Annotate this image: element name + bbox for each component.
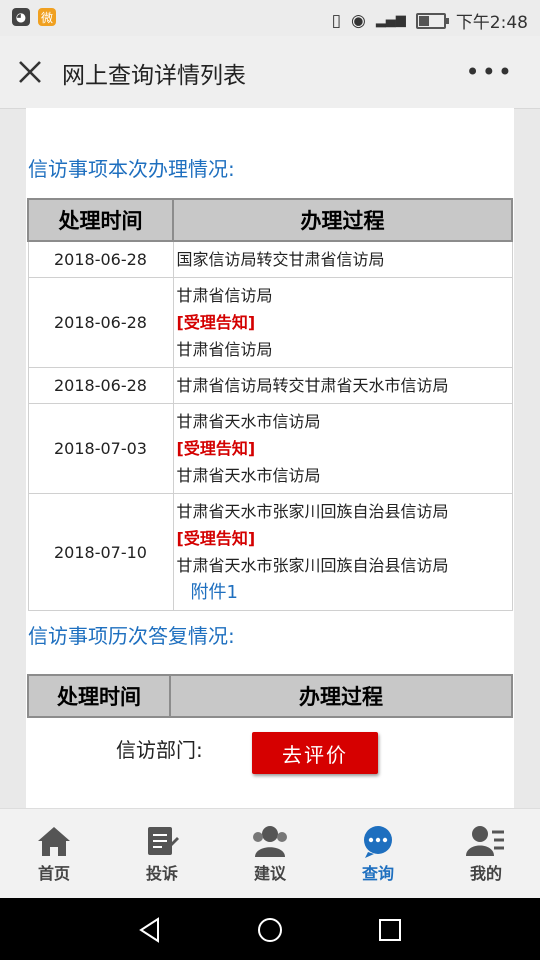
row-date: 2018-06-28 <box>27 367 174 404</box>
row-process: 甘肃省信访局 [受理告知] 甘肃省信访局 <box>172 277 513 368</box>
current-handling-table: 处理时间 办理过程 2018-06-28 国家信访局转交甘肃省信访局 2018-… <box>27 198 513 611</box>
eye-icon: ◉ <box>350 10 366 31</box>
header-process: 办理过程 <box>169 674 513 718</box>
status-bar: ◕ 微 ▯ ◉ ▂▄▆ 下午2:48 <box>0 0 540 36</box>
tab-suggestion[interactable]: 建议 <box>216 809 324 899</box>
table-row: 2018-07-10 甘肃省天水市张家川回族自治县信访局 [受理告知] 甘肃省天… <box>27 493 513 611</box>
content-area: 信访事项本次办理情况: 处理时间 办理过程 2018-06-28 国家信访局转交… <box>26 108 514 808</box>
process-line: 甘肃省天水市信访局 <box>176 412 321 431</box>
tab-bar: 首页 投诉 建议 查询 我的 <box>0 808 540 899</box>
status-time: 下午2:48 <box>455 13 528 33</box>
vibrate-icon: ▯ <box>331 10 341 31</box>
row-date: 2018-07-10 <box>27 493 174 611</box>
table-row: 2018-06-28 国家信访局转交甘肃省信访局 <box>27 240 513 278</box>
process-line: 国家信访局转交甘肃省信访局 <box>176 250 385 269</box>
row-process: 甘肃省信访局转交甘肃省天水市信访局 <box>172 367 513 404</box>
complaint-icon <box>148 827 179 855</box>
tab-home[interactable]: 首页 <box>0 809 108 899</box>
section-title-history: 信访事项历次答复情况: <box>28 624 235 648</box>
back-icon <box>139 917 159 943</box>
row-process: 甘肃省天水市信访局 [受理告知] 甘肃省天水市信访局 <box>172 403 513 494</box>
tab-label: 首页 <box>37 864 70 883</box>
process-line: 甘肃省信访局 <box>176 340 273 359</box>
tab-label: 我的 <box>469 864 502 883</box>
header-time: 处理时间 <box>27 674 171 718</box>
tab-complaint[interactable]: 投诉 <box>108 809 216 899</box>
row-date: 2018-06-28 <box>27 277 174 368</box>
profile-icon <box>466 826 504 856</box>
back-button[interactable] <box>136 916 164 948</box>
status-tag: [受理告知] <box>176 529 256 548</box>
table-header-row: 处理时间 办理过程 <box>27 198 513 242</box>
section-title-current: 信访事项本次办理情况: <box>28 157 235 181</box>
row-process: 国家信访局转交甘肃省信访局 <box>172 240 513 278</box>
page-title: 网上查询详情列表 <box>62 63 246 89</box>
tab-label: 查询 <box>361 864 394 883</box>
cat-icon: ◕ <box>12 8 30 26</box>
row-date: 2018-07-03 <box>27 403 174 494</box>
title-bar: 网上查询详情列表 ••• <box>0 36 540 109</box>
process-line: 甘肃省信访局转交甘肃省天水市信访局 <box>176 376 449 395</box>
process-line: 甘肃省天水市张家川回族自治县信访局 <box>176 502 449 521</box>
close-button[interactable] <box>14 56 46 88</box>
table-header-row: 处理时间 办理过程 <box>27 674 513 718</box>
history-table: 处理时间 办理过程 <box>27 674 513 718</box>
recents-button[interactable] <box>376 916 404 948</box>
process-line: 甘肃省信访局 <box>176 286 273 305</box>
header-process: 办理过程 <box>172 198 513 242</box>
weibo-icon: 微 <box>38 8 56 26</box>
rate-button[interactable]: 去评价 <box>252 732 378 774</box>
table-row: 2018-06-28 甘肃省信访局转交甘肃省天水市信访局 <box>27 367 513 404</box>
attachment-link[interactable]: 附件1 <box>191 579 509 606</box>
home-icon <box>38 827 70 856</box>
tab-query[interactable]: 查询 <box>324 809 432 899</box>
home-circle-icon <box>258 918 282 942</box>
home-nav-button[interactable] <box>256 916 284 948</box>
more-options-button[interactable]: ••• <box>466 58 514 86</box>
row-date: 2018-06-28 <box>27 240 174 278</box>
status-tag: [受理告知] <box>176 439 256 458</box>
suggestion-icon <box>253 826 287 857</box>
tab-label: 建议 <box>253 864 286 883</box>
table-row: 2018-06-28 甘肃省信访局 [受理告知] 甘肃省信访局 <box>27 277 513 368</box>
battery-icon <box>415 12 449 29</box>
row-process: 甘肃省天水市张家川回族自治县信访局 [受理告知] 甘肃省天水市张家川回族自治县信… <box>172 493 513 611</box>
system-nav-bar <box>0 898 540 960</box>
dept-label: 信访部门: <box>116 738 203 762</box>
tab-profile[interactable]: 我的 <box>432 809 540 899</box>
query-icon <box>364 826 392 858</box>
tab-label: 投诉 <box>145 864 178 883</box>
recents-icon <box>379 919 401 941</box>
signal-icon: ▂▄▆ <box>375 13 406 28</box>
process-line: 甘肃省天水市张家川回族自治县信访局 <box>176 556 449 575</box>
status-tag: [受理告知] <box>176 313 256 332</box>
process-line: 甘肃省天水市信访局 <box>176 466 321 485</box>
close-icon <box>19 61 41 83</box>
header-time: 处理时间 <box>27 198 174 242</box>
table-row: 2018-07-03 甘肃省天水市信访局 [受理告知] 甘肃省天水市信访局 <box>27 403 513 494</box>
